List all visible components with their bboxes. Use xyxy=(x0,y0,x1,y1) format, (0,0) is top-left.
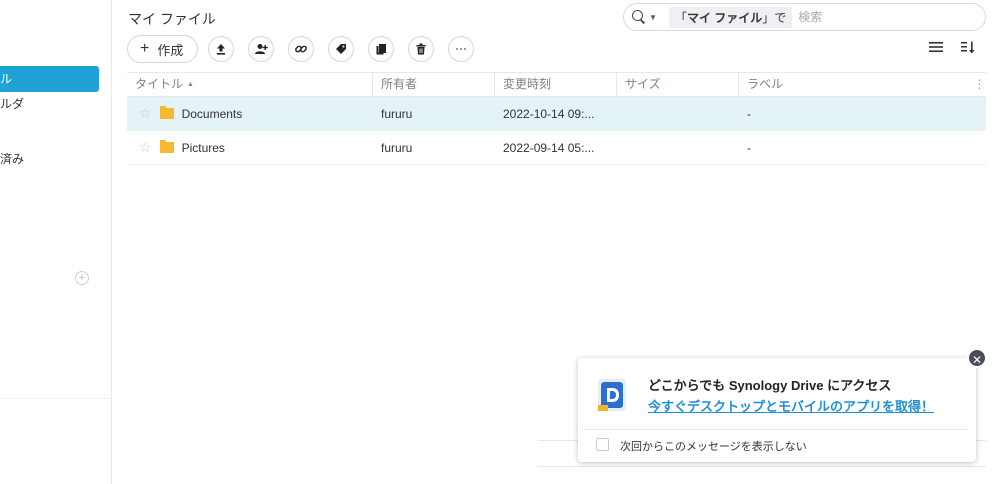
get-apps-link[interactable]: 今すぐデスクトップとモバイルのアプリを取得！ xyxy=(648,396,934,415)
more-icon xyxy=(456,48,467,50)
copy-button[interactable] xyxy=(368,36,395,62)
column-header-modified[interactable]: 変更時刻 xyxy=(495,72,617,97)
star-icon[interactable]: ☆ xyxy=(139,105,152,122)
cell-modified: 2022-10-14 09:... xyxy=(503,106,595,121)
table-row[interactable]: ☆ Documents fururu 2022-10-14 09:... - xyxy=(127,97,986,131)
toolbar: + 作成 xyxy=(127,35,488,63)
table-row[interactable]: ☆ Pictures fururu 2022-09-14 05:... - xyxy=(127,131,986,165)
add-circle-icon[interactable]: + xyxy=(75,271,89,285)
scope-suffix: 」で xyxy=(762,10,787,25)
column-options-icon[interactable]: ⋮ xyxy=(973,72,986,97)
sidebar-item-recycled[interactable]: 済み xyxy=(0,146,24,172)
tag-icon xyxy=(336,44,347,54)
dont-show-again-checkbox[interactable] xyxy=(596,438,609,451)
sidebar-divider xyxy=(0,398,112,399)
divider xyxy=(538,466,986,467)
cell-modified: 2022-09-14 05:... xyxy=(503,140,595,155)
sort-ascending-icon: ▲ xyxy=(187,80,194,88)
scope-prefix: 「 xyxy=(674,10,687,25)
link-icon xyxy=(295,45,308,53)
sidebar: ル ルダ 済み + xyxy=(0,0,112,484)
file-name[interactable]: Pictures xyxy=(182,141,225,155)
file-name[interactable]: Documents xyxy=(182,107,243,121)
table-header: タイトル ▲ 所有者 変更時刻 サイズ ラベル ⋮ xyxy=(127,72,986,97)
cell-owner: fururu xyxy=(381,140,413,155)
tag-button[interactable] xyxy=(328,36,355,62)
share-user-button[interactable] xyxy=(248,36,275,62)
promo-popup: ✕ どこからでも Synology Drive にアクセス 今すぐデスクトップと… xyxy=(578,348,987,462)
sidebar-item-team-folder[interactable]: ルダ xyxy=(0,91,24,117)
search-input[interactable] xyxy=(798,10,949,24)
cell-title: ☆ Pictures xyxy=(127,139,373,156)
sidebar-item-label: 済み xyxy=(0,152,25,166)
column-header-owner[interactable]: 所有者 xyxy=(373,72,495,97)
popup-heading: どこからでも Synology Drive にアクセス xyxy=(648,378,892,393)
upload-button[interactable] xyxy=(208,36,235,62)
delete-icon xyxy=(416,43,426,55)
search-icon[interactable] xyxy=(632,10,646,24)
column-header-size[interactable]: サイズ xyxy=(617,72,739,97)
popup-divider xyxy=(582,429,968,430)
copy-icon xyxy=(376,44,387,55)
search-scope: 「マイ ファイル」で xyxy=(668,6,793,28)
create-button[interactable]: + 作成 xyxy=(127,35,199,63)
upload-icon xyxy=(217,44,226,55)
cell-label: - xyxy=(747,140,751,155)
star-icon[interactable]: ☆ xyxy=(139,139,152,156)
sort-icon[interactable] xyxy=(960,40,976,54)
dont-show-again-label[interactable]: 次回からこのメッセージを表示しない xyxy=(620,438,807,454)
scope-name: マイ ファイル xyxy=(686,10,763,25)
list-view-icon[interactable] xyxy=(928,40,944,54)
close-icon[interactable]: ✕ xyxy=(967,348,987,368)
share-user-icon xyxy=(255,44,269,54)
delete-button[interactable] xyxy=(408,36,435,62)
cell-label: - xyxy=(747,106,751,121)
cell-owner: fururu xyxy=(381,106,413,121)
sidebar-item-label: ル xyxy=(0,72,13,86)
link-button[interactable] xyxy=(288,36,315,62)
plus-icon: + xyxy=(140,40,150,57)
column-header-label: タイトル xyxy=(135,77,184,91)
cell-title: ☆ Documents xyxy=(127,105,373,122)
folder-icon xyxy=(159,140,174,153)
page-title: マイ ファイル xyxy=(128,11,216,27)
folder-icon xyxy=(159,106,174,119)
view-controls xyxy=(928,40,992,54)
chevron-down-icon[interactable]: ▼ xyxy=(649,13,657,22)
synology-drive-logo-icon xyxy=(598,379,626,411)
column-header-title[interactable]: タイトル ▲ xyxy=(127,72,373,97)
more-button[interactable] xyxy=(448,36,475,62)
sidebar-item-my-files[interactable]: ル xyxy=(0,66,99,92)
search-bar[interactable]: ▼ 「マイ ファイル」で xyxy=(623,3,986,31)
create-label: 作成 xyxy=(157,42,184,58)
column-header-label[interactable]: ラベル xyxy=(739,72,973,97)
file-table: タイトル ▲ 所有者 変更時刻 サイズ ラベル ⋮ ☆ Documents fur… xyxy=(127,72,986,165)
sidebar-item-label: ルダ xyxy=(0,97,25,111)
